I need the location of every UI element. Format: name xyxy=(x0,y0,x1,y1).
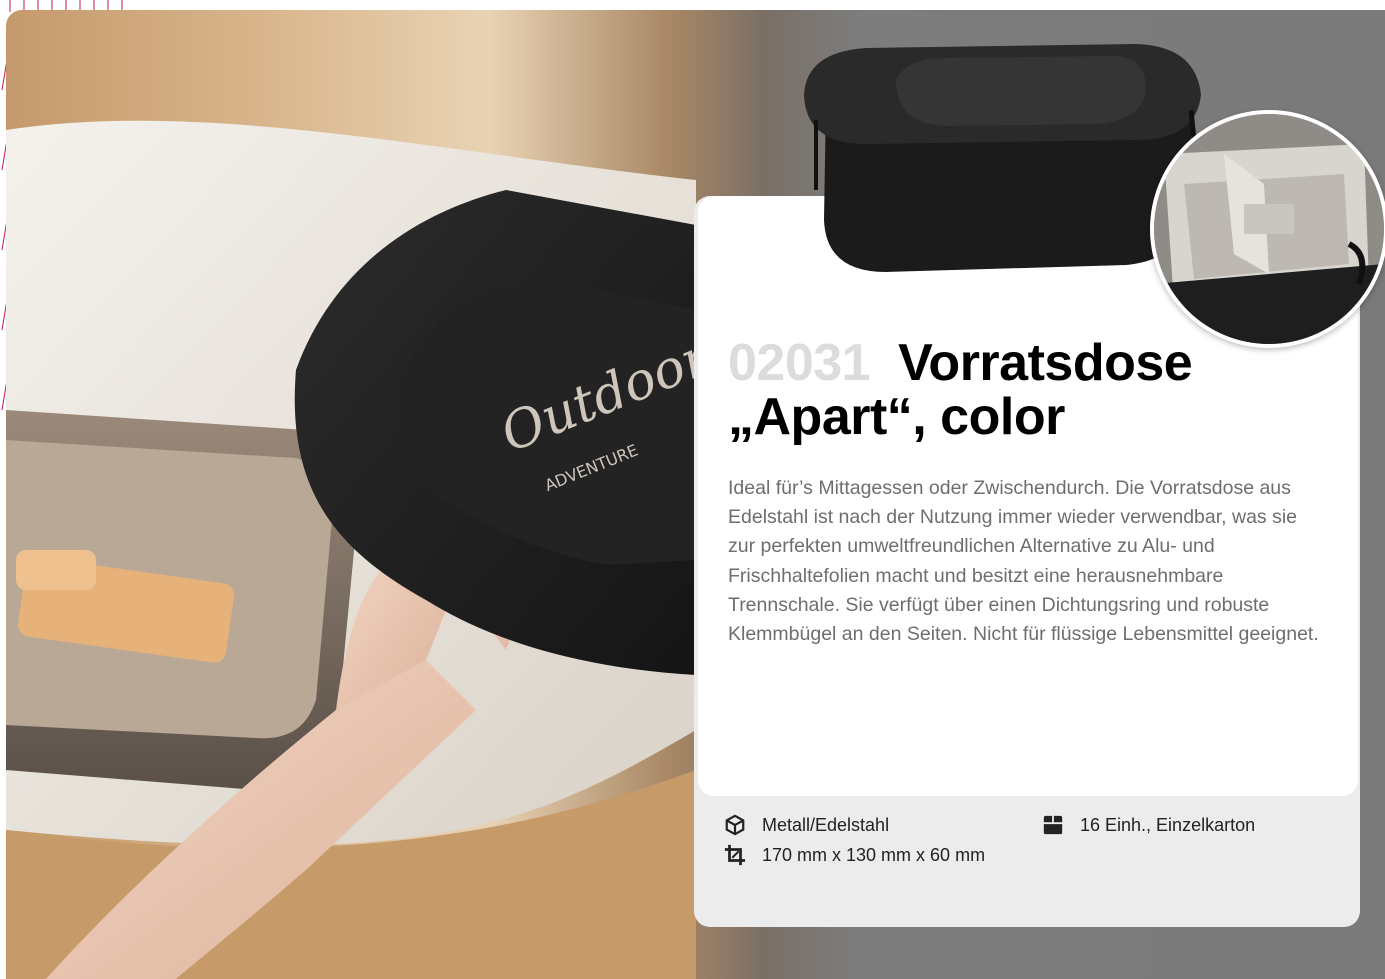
box-icon xyxy=(725,814,745,836)
spec-dimensions-text: 170 mm x 130 mm x 60 mm xyxy=(762,844,986,865)
product-detail-image xyxy=(1150,110,1385,348)
product-image-lunchbox xyxy=(804,44,1204,272)
spec-material-text: Metall/Edelstahl xyxy=(762,814,890,835)
product-description: Ideal für’s Mittagessen oder Zwischendur… xyxy=(728,477,1319,646)
spec-packaging: 16 Einh., Einzelkarton xyxy=(1042,814,1255,836)
crop-icon xyxy=(724,844,746,866)
spec-material: Metall/Edelstahl xyxy=(724,814,889,836)
product-page: Outdoor ADVENTURE 02031 Vorratsdose „Apar… xyxy=(6,10,1385,979)
product-title: 02031 Vorratsdose „Apart“, color xyxy=(728,336,1328,444)
title-line2: „Apart“, color xyxy=(728,388,1065,446)
spec-packaging-text: 16 Einh., Einzelkarton xyxy=(1080,814,1256,835)
title-line1: Vorratsdose xyxy=(898,334,1193,392)
open-box-interior xyxy=(1154,114,1384,344)
article-number: 02031 xyxy=(728,334,871,392)
carton-icon xyxy=(1043,815,1063,835)
spec-dimensions: 170 mm x 130 mm x 60 mm xyxy=(724,844,985,866)
